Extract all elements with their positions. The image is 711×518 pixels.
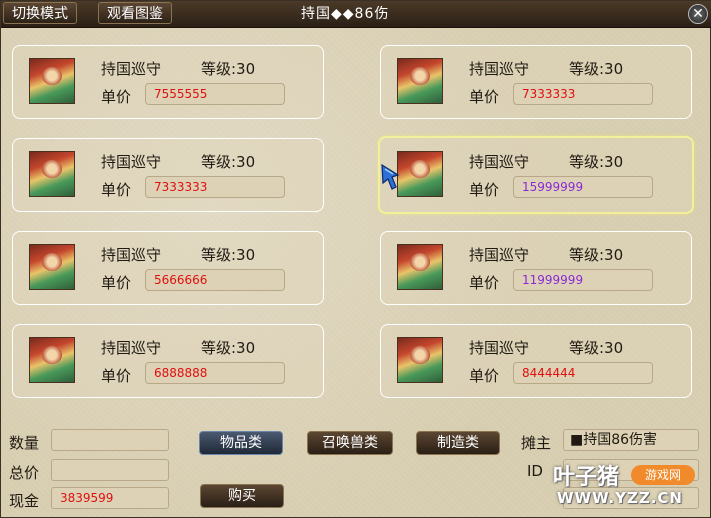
item-name: 持国巡守 [469, 153, 530, 171]
stall-window: 切换模式 观看图鉴 持国◆◆86伤 ✕ 持国巡守 等级:30 单价 755555… [0, 0, 711, 518]
tab-pets-button[interactable]: 召唤兽类 [307, 431, 393, 455]
item-card-5[interactable]: 持国巡守 等级:30 单价 5666666 [12, 231, 324, 305]
price-label: 单价 [101, 274, 132, 292]
price-value: 15999999 [513, 176, 653, 198]
switch-mode-button[interactable]: 切换模式 [3, 2, 77, 24]
cash-label: 现金 [9, 492, 40, 510]
item-avatar [397, 58, 443, 104]
item-card-3[interactable]: 持国巡守 等级:30 单价 7333333 [12, 138, 324, 212]
item-avatar [29, 58, 75, 104]
price-value: 7333333 [145, 176, 285, 198]
item-name: 持国巡守 [469, 246, 530, 264]
price-label: 单价 [101, 181, 132, 199]
window-title: 持国◆◆86伤 [301, 6, 390, 22]
stall-owner-label: 摊主 [521, 434, 552, 452]
price-label: 单价 [469, 367, 500, 385]
price-value: 11999999 [513, 269, 653, 291]
item-avatar [29, 151, 75, 197]
item-avatar [397, 244, 443, 290]
item-card-7[interactable]: 持国巡守 等级:30 单价 6888888 [12, 324, 324, 398]
item-avatar [29, 337, 75, 383]
close-icon[interactable]: ✕ [688, 4, 708, 24]
item-level: 等级:30 [569, 153, 624, 171]
item-name: 持国巡守 [469, 60, 530, 78]
item-card-8[interactable]: 持国巡守 等级:30 单价 8444444 [380, 324, 692, 398]
view-album-button[interactable]: 观看图鉴 [98, 2, 172, 24]
tab-craft-button[interactable]: 制造类 [416, 431, 500, 455]
item-card-4-selected[interactable]: 持国巡守 等级:30 单价 15999999 [378, 136, 694, 214]
item-level: 等级:30 [569, 60, 624, 78]
id-label: ID [527, 462, 543, 480]
price-label: 单价 [101, 367, 132, 385]
total-price-field [51, 459, 169, 481]
item-avatar [397, 337, 443, 383]
mouse-cursor-icon [381, 163, 400, 190]
item-level: 等级:30 [201, 246, 256, 264]
item-name: 持国巡守 [469, 339, 530, 357]
quantity-label: 数量 [9, 434, 40, 452]
item-name: 持国巡守 [101, 246, 162, 264]
tab-items-button[interactable]: 物品类 [199, 431, 283, 455]
price-label: 单价 [469, 274, 500, 292]
total-price-label: 总价 [9, 464, 40, 482]
item-level: 等级:30 [201, 153, 256, 171]
price-value: 5666666 [145, 269, 285, 291]
item-card-1[interactable]: 持国巡守 等级:30 单价 7555555 [12, 45, 324, 119]
price-value: 6888888 [145, 362, 285, 384]
item-avatar [397, 151, 443, 197]
item-card-2[interactable]: 持国巡守 等级:30 单价 7333333 [380, 45, 692, 119]
quantity-input[interactable] [51, 429, 169, 451]
price-value: 8444444 [513, 362, 653, 384]
cash-field: 3839599 [51, 487, 169, 509]
item-name: 持国巡守 [101, 339, 162, 357]
price-label: 单价 [469, 88, 500, 106]
item-level: 等级:30 [201, 60, 256, 78]
item-level: 等级:30 [569, 246, 624, 264]
price-value: 7333333 [513, 83, 653, 105]
stall-owner-field: ■持国86伤害 [563, 429, 699, 451]
item-name: 持国巡守 [101, 153, 162, 171]
item-name: 持国巡守 [101, 60, 162, 78]
item-avatar [29, 244, 75, 290]
price-label: 单价 [469, 181, 500, 199]
price-value: 7555555 [145, 83, 285, 105]
title-bar: 切换模式 观看图鉴 持国◆◆86伤 ✕ [1, 1, 711, 28]
item-level: 等级:30 [569, 339, 624, 357]
price-label: 单价 [101, 88, 132, 106]
extra-field [563, 487, 699, 509]
item-level: 等级:30 [201, 339, 256, 357]
id-field [563, 459, 699, 481]
item-card-6[interactable]: 持国巡守 等级:30 单价 11999999 [380, 231, 692, 305]
buy-button[interactable]: 购买 [200, 484, 284, 508]
